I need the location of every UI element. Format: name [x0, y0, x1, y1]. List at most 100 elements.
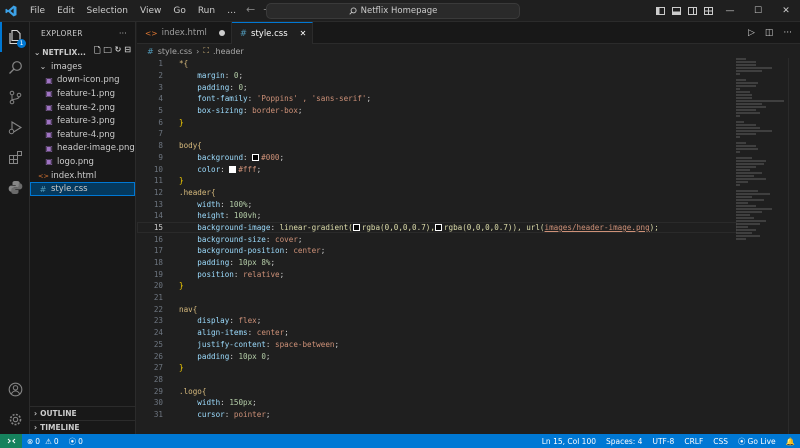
code-token: space-between — [275, 339, 335, 349]
code-token: center — [293, 246, 321, 256]
timeline-section[interactable]: › TIMELINE — [30, 420, 136, 434]
customize-layout-icon[interactable] — [700, 0, 716, 22]
remote-indicator-icon[interactable] — [0, 434, 22, 448]
menu-view[interactable]: View — [134, 0, 167, 22]
color-swatch[interactable] — [252, 154, 260, 162]
run-debug-icon[interactable] — [0, 112, 30, 142]
maximize-icon[interactable]: ☐ — [744, 0, 772, 22]
tree-item[interactable]: ▣ feature-1.png — [30, 87, 135, 101]
code-token: cover — [275, 234, 298, 244]
minimap-line — [736, 85, 756, 87]
accounts-icon[interactable] — [0, 374, 30, 404]
extensions-icon[interactable] — [0, 142, 30, 172]
source-control-icon[interactable] — [0, 82, 30, 112]
menu-go[interactable]: Go — [167, 0, 191, 22]
code-token: width — [197, 398, 221, 408]
line-number: 17 — [153, 246, 163, 256]
menu-edit[interactable]: Edit — [51, 0, 80, 22]
minimap-line — [736, 70, 762, 72]
vscode-logo-icon — [0, 0, 22, 22]
code-editor[interactable]: 1 *{ 2 margin: 0; 3 padding: 0; 4 font-fa… — [137, 58, 737, 434]
code-token: 10px 8% — [238, 258, 271, 268]
error-icon: ⊗ — [27, 436, 34, 446]
minimap-line — [736, 97, 752, 99]
tab-style-css[interactable]: # style.css ✕ — [231, 22, 314, 44]
go-live-button[interactable]: ⦿ Go Live — [733, 436, 781, 447]
minimize-icon[interactable]: — — [716, 0, 744, 22]
toggle-panel-icon[interactable] — [668, 0, 684, 22]
minimap-line — [736, 214, 750, 216]
error-count: 0 — [35, 436, 41, 446]
minimap-line — [736, 205, 756, 207]
tree-item[interactable]: ▣ feature-4.png — [30, 128, 135, 142]
code-token: 10px 0 — [238, 351, 266, 361]
html-file-icon: <> — [38, 171, 49, 180]
minimap-line — [736, 145, 756, 147]
command-center-search[interactable]: Netflix Homepage — [266, 3, 520, 19]
breadcrumb-file[interactable]: style.css — [158, 47, 192, 56]
minimap-line — [736, 220, 766, 222]
project-folder-row[interactable]: ⌄ NETFLIX... 🗋 🗀 ↻ ⊟ — [30, 44, 135, 60]
code-link[interactable]: images/header-image.png — [545, 223, 650, 232]
menu-selection[interactable]: Selection — [81, 0, 134, 22]
outline-section[interactable]: › OUTLINE — [30, 406, 136, 420]
minimap-line — [736, 169, 750, 171]
tree-item[interactable]: # style.css — [30, 182, 135, 196]
color-swatch[interactable] — [229, 166, 237, 174]
refresh-icon[interactable]: ↻ — [115, 45, 122, 59]
chevron-right-icon: › — [34, 409, 38, 418]
minimap[interactable] — [736, 58, 786, 358]
collapse-all-icon[interactable]: ⊟ — [124, 45, 131, 59]
editor-scrollbar[interactable] — [788, 58, 800, 434]
encoding[interactable]: UTF-8 — [647, 437, 679, 446]
line-number: 23 — [153, 316, 163, 326]
close-icon[interactable]: ✕ — [772, 0, 800, 22]
tree-item[interactable]: ▣ down-icon.png — [30, 74, 135, 88]
search-activity-icon[interactable] — [0, 52, 30, 82]
toggle-sidebar-icon[interactable] — [652, 0, 668, 22]
tree-item[interactable]: ▣ header-image.png — [30, 142, 135, 156]
close-tab-icon[interactable]: ✕ — [300, 29, 307, 38]
back-arrow-icon[interactable]: ← — [246, 3, 255, 16]
notifications-bell-icon[interactable]: 🔔 — [781, 437, 800, 446]
file-tree: ⌄ images ▣ down-icon.png ▣ feature-1.png ▣ feat… — [30, 60, 135, 196]
tree-item[interactable]: ⌄ images — [30, 60, 135, 74]
go-live-label: Go Live — [747, 436, 776, 446]
modified-dot-icon[interactable] — [218, 30, 225, 36]
split-editor-icon[interactable]: ◫ — [765, 28, 774, 38]
color-swatch[interactable] — [352, 224, 360, 232]
explorer-icon[interactable]: 1 — [0, 22, 30, 52]
menu-file[interactable]: File — [24, 0, 51, 22]
cursor-position[interactable]: Ln 15, Col 100 — [537, 437, 601, 446]
menu-run[interactable]: Run — [192, 0, 221, 22]
code-token: justify-content — [197, 339, 266, 349]
code-token: #fff — [238, 164, 257, 174]
menu-more[interactable]: … — [221, 0, 242, 22]
selector-icon: ⛶ — [203, 46, 209, 55]
problems-indicator[interactable]: ⊗ 0 ⚠ 0 — [22, 437, 64, 446]
tree-item-label: feature-3.png — [57, 116, 116, 127]
tree-item[interactable]: ▣ logo.png — [30, 155, 135, 169]
ports-indicator[interactable]: ⦿ 0 — [64, 436, 88, 447]
color-swatch[interactable] — [434, 224, 442, 232]
tab-index-html[interactable]: <> index.html — [137, 22, 232, 44]
breadcrumb-selector[interactable]: .header — [213, 47, 244, 56]
code-token: relative — [243, 269, 280, 279]
settings-gear-icon[interactable] — [0, 404, 30, 434]
new-file-icon[interactable]: 🗋 — [94, 45, 100, 59]
explorer-more-icon[interactable]: ··· — [119, 29, 127, 38]
tree-item[interactable]: ▣ feature-3.png — [30, 114, 135, 128]
tree-item[interactable]: <> index.html — [30, 169, 135, 183]
new-folder-icon[interactable]: 🗀 — [104, 45, 112, 59]
tree-item[interactable]: ▣ feature-2.png — [30, 101, 135, 115]
indentation[interactable]: Spaces: 4 — [601, 437, 647, 446]
line-number: 13 — [153, 199, 163, 209]
more-actions-icon[interactable]: ··· — [783, 28, 792, 38]
language-mode[interactable]: CSS — [708, 437, 733, 446]
chevron-right-icon: › — [34, 423, 38, 432]
run-icon[interactable]: ▷ — [748, 28, 755, 38]
python-icon[interactable] — [0, 172, 30, 202]
line-endings[interactable]: CRLF — [679, 437, 708, 446]
code-token: font-family — [197, 94, 248, 104]
toggle-secondary-sidebar-icon[interactable] — [684, 0, 700, 22]
